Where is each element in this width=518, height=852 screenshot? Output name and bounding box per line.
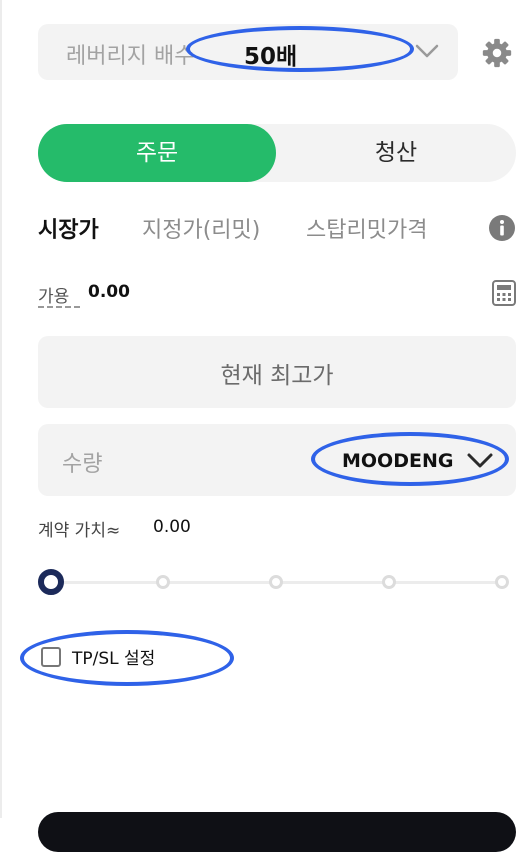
leverage-label: 레버리지 배수 — [66, 44, 195, 69]
contract-value-label: 계약 가치≈ — [38, 521, 121, 541]
order-type-limit[interactable]: 지정가(리밋) — [142, 212, 260, 244]
slider-stop-100[interactable] — [495, 575, 509, 589]
submit-order-button[interactable] — [38, 812, 516, 852]
available-value: 0.00 — [88, 282, 130, 302]
tab-order[interactable]: 주문 — [38, 124, 276, 182]
info-icon[interactable] — [488, 214, 516, 242]
annotation-ellipse-unit — [311, 432, 509, 486]
slider-stop-75[interactable] — [382, 575, 396, 589]
calculator-icon[interactable] — [492, 280, 516, 306]
quantity-placeholder: 수량 — [62, 452, 103, 477]
order-type-market[interactable]: 시장가 — [38, 212, 99, 244]
price-field[interactable]: 현재 최고가 — [38, 336, 516, 408]
panel-left-border — [0, 0, 2, 818]
gear-icon[interactable] — [480, 36, 514, 70]
available-underline — [38, 306, 80, 308]
available-label: 가용 — [38, 287, 70, 307]
annotation-ellipse-tpsl — [20, 630, 234, 686]
annotation-ellipse-leverage — [186, 26, 414, 72]
order-type-stop-limit[interactable]: 스탑리밋가격 — [306, 212, 427, 244]
chevron-down-icon[interactable] — [414, 40, 440, 62]
slider-stop-50[interactable] — [269, 575, 283, 589]
slider-handle[interactable] — [38, 569, 64, 595]
contract-value: 0.00 — [153, 517, 191, 537]
slider-stop-25[interactable] — [156, 575, 170, 589]
tab-close[interactable]: 청산 — [276, 124, 516, 182]
price-text: 현재 최고가 — [220, 363, 334, 389]
order-close-tabs: 주문 청산 — [38, 124, 516, 182]
